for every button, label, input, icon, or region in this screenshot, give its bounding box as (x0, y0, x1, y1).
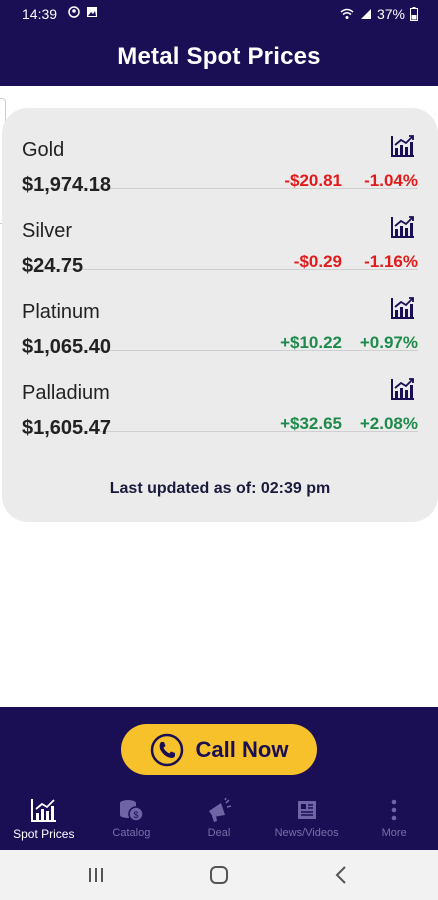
bottom-nav: Spot Prices $ Catalog Deal News/Videos M… (0, 794, 438, 850)
nav-spot-prices[interactable]: Spot Prices (0, 794, 88, 850)
app-header: Metal Spot Prices (0, 28, 438, 86)
megaphone-icon (208, 797, 232, 822)
price-change-percent: +2.08% (359, 414, 418, 433)
metal-row-silver[interactable]: Silver $24.75 -$0.29 -1.16% (22, 189, 418, 277)
metal-row-gold[interactable]: Gold $1,974.18 -$20.81 -1.04% (22, 108, 418, 196)
home-icon[interactable] (207, 863, 231, 887)
price-change: -$20.81 (284, 171, 342, 190)
back-icon[interactable] (330, 863, 354, 887)
coins-icon: $ (120, 800, 145, 822)
metal-name: Palladium (22, 382, 110, 404)
signal-icon (360, 9, 371, 19)
price-change-percent: +0.97% (359, 333, 418, 352)
nav-label: Catalog (112, 827, 151, 839)
notification-icon (68, 6, 80, 18)
battery-icon (410, 7, 418, 21)
status-bar: 14:39 37% (0, 0, 438, 28)
price-change: -$0.29 (293, 252, 342, 271)
nav-catalog[interactable]: $ Catalog (88, 794, 176, 850)
call-now-button[interactable]: Call Now (121, 724, 317, 775)
system-navigation-bar (0, 850, 438, 900)
wifi-icon (340, 8, 354, 19)
status-time: 14:39 (22, 6, 58, 22)
metal-row-palladium[interactable]: Palladium $1,605.47 +$32.65 +2.08% (22, 351, 418, 439)
phone-icon (150, 733, 183, 766)
page-title: Metal Spot Prices (117, 43, 321, 70)
battery-level: 37% (376, 6, 405, 22)
chart-icon[interactable] (390, 377, 416, 401)
nav-label: Deal (207, 827, 231, 839)
chart-icon[interactable] (390, 296, 416, 320)
nav-label: More (381, 827, 407, 839)
price-change: +$32.65 (280, 414, 342, 433)
image-icon (87, 7, 97, 17)
metal-name: Platinum (22, 301, 100, 323)
newspaper-icon (297, 801, 316, 819)
recent-apps-icon[interactable] (84, 863, 108, 887)
spot-prices-card: Gold $1,974.18 -$20.81 -1.04% Silver $24… (2, 108, 438, 522)
nav-label: News/Videos (274, 827, 339, 839)
chart-icon[interactable] (390, 134, 416, 158)
price-change-percent: -1.04% (364, 171, 418, 190)
metal-row-platinum[interactable]: Platinum $1,065.40 +$10.22 +0.97% (22, 270, 418, 358)
price-change: +$10.22 (280, 333, 342, 352)
price-change-percent: -1.16% (364, 252, 418, 271)
metal-name: Silver (22, 220, 73, 242)
svg-text:$: $ (134, 810, 139, 820)
nav-deal[interactable]: Deal (175, 794, 263, 850)
nav-label: Spot Prices (13, 827, 75, 841)
last-updated: Last updated as of: 02:39 pm (109, 480, 331, 497)
call-now-label: Call Now (195, 736, 289, 762)
chart-icon (30, 799, 56, 822)
nav-news-videos[interactable]: News/Videos (263, 794, 351, 850)
bottom-bar: Call Now Spot Prices $ Catalog Deal News… (0, 707, 438, 850)
chart-icon[interactable] (390, 215, 416, 239)
nav-more[interactable]: More (350, 794, 438, 850)
metal-name: Gold (22, 139, 65, 161)
more-vertical-icon (391, 799, 397, 821)
metal-price: $1,605.47 (22, 417, 111, 439)
